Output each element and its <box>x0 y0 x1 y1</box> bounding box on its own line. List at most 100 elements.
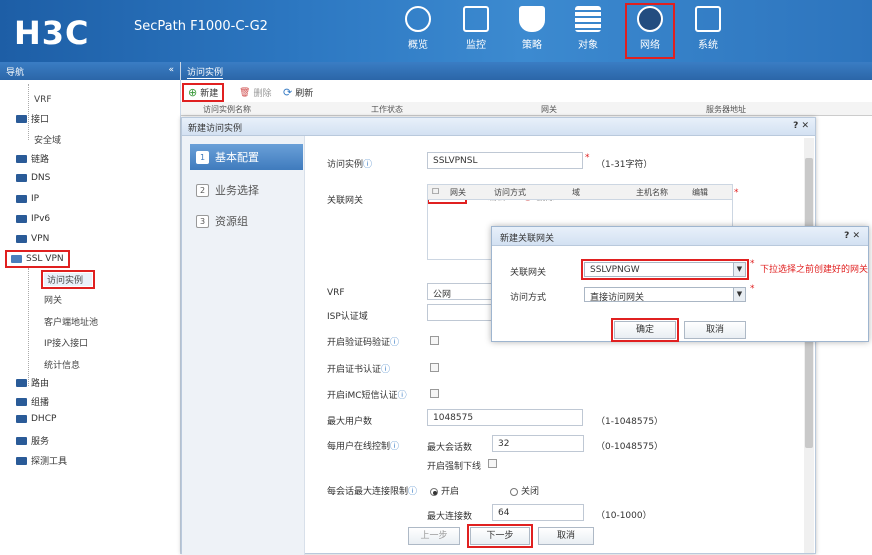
gw-col: 主机名称 <box>636 188 668 197</box>
folder-icon <box>16 456 27 465</box>
col-server: 服务器地址 <box>706 105 746 114</box>
prev-button[interactable]: 上一步 <box>408 527 460 545</box>
folder-icon <box>16 436 27 445</box>
sidebar-item-route[interactable]: 路由 <box>16 376 49 389</box>
sidebar-item-interface[interactable]: 接口 <box>16 112 49 125</box>
sidebar-item-service[interactable]: 服务 <box>16 434 49 447</box>
shield-icon <box>519 6 545 32</box>
max-sessions-hint: （0-1048575） <box>596 442 664 452</box>
verify-checkbox[interactable] <box>430 336 439 345</box>
max-sessions-input[interactable]: 32 <box>492 435 584 452</box>
vrf-select[interactable]: 公网 <box>427 283 493 300</box>
sidebar-item-probe[interactable]: 探测工具 <box>16 454 67 467</box>
sidebar-item-client-pool[interactable]: 客户端地址池 <box>44 315 98 328</box>
nav-policy[interactable]: 策略 <box>510 6 554 56</box>
toolbar: ⊕ 新建 🗑 删除 ⟳ 刷新 <box>181 82 872 102</box>
sidebar-item-dns[interactable]: DNS <box>16 173 50 183</box>
nav-object[interactable]: 对象 <box>566 6 610 56</box>
sidebar-item-ip[interactable]: IP <box>16 194 39 204</box>
folder-icon <box>16 174 27 182</box>
sidebar-item-multicast[interactable]: 组播 <box>16 395 49 408</box>
sidebar-item-dhcp[interactable]: DHCP <box>16 414 56 424</box>
folder-open-icon <box>11 255 22 263</box>
refresh-button[interactable]: ⟳ 刷新 <box>283 86 313 99</box>
col-gateway: 网关 <box>541 105 557 114</box>
sidebar-item-stats[interactable]: 统计信息 <box>44 358 80 371</box>
conn-on-radio[interactable]: 开启 <box>430 484 459 497</box>
step-label: 资源组 <box>215 215 248 228</box>
sidebar-item-ip-access[interactable]: IP接入接口 <box>44 336 88 349</box>
sidebar-item-gateway[interactable]: 网关 <box>44 293 62 306</box>
popup-cancel-button[interactable]: 取消 <box>684 321 746 339</box>
dialog-controls[interactable]: ? ✕ <box>793 121 809 132</box>
select-all-checkbox[interactable]: ☐ <box>428 185 446 199</box>
per-user-label-text: 每用户在线控制 <box>327 442 391 452</box>
h3c-logo: H3C <box>14 14 90 52</box>
imc-checkbox[interactable] <box>430 389 439 398</box>
gw-col: 域 <box>572 188 580 197</box>
radio-on-icon <box>430 487 438 496</box>
popup-ok-button[interactable]: 确定 <box>611 318 679 342</box>
step-basic[interactable]: 1 基本配置 <box>190 144 303 170</box>
sidebar-label: 服务 <box>31 437 50 447</box>
conn-off-radio[interactable]: 关闭 <box>510 484 539 497</box>
step-service[interactable]: 2 业务选择 <box>190 177 303 203</box>
isp-label: ISP认证域 <box>327 312 368 322</box>
cert-label-text: 开启证书认证 <box>327 365 382 375</box>
instance-label-text: 访问实例 <box>327 160 364 170</box>
refresh-icon: ⟳ <box>283 86 293 99</box>
step-resource[interactable]: 3 资源组 <box>190 208 303 234</box>
imc-label-text: 开启iMC短信认证 <box>327 391 398 401</box>
dashboard-icon <box>405 6 431 32</box>
new-button[interactable]: ⊕ 新建 <box>181 83 225 102</box>
popup-access-label: 访问方式 <box>510 293 547 303</box>
help-icon[interactable]: ⓘ <box>363 160 372 170</box>
cancel-button[interactable]: 取消 <box>538 527 594 545</box>
help-icon[interactable]: ⓘ <box>390 442 399 452</box>
on-label: 开启 <box>441 487 460 497</box>
nav-monitor[interactable]: 监控 <box>454 6 498 56</box>
cert-checkbox[interactable] <box>430 363 439 372</box>
sidebar-item-ipv6[interactable]: IPv6 <box>16 214 50 224</box>
force-offline-label: 开启强制下线 <box>427 462 482 472</box>
max-users-input[interactable]: 1048575 <box>427 409 583 426</box>
sidebar-label: SSL VPN <box>26 254 64 264</box>
popup-access-select[interactable]: 直接访问网关 ▼ <box>584 287 746 303</box>
isp-input[interactable] <box>427 304 493 321</box>
force-offline-checkbox[interactable] <box>488 459 497 468</box>
help-icon[interactable]: ⓘ <box>390 338 399 348</box>
sidebar-item-access-instance[interactable]: 访问实例 <box>40 270 96 289</box>
nav-system[interactable]: 系统 <box>686 6 730 56</box>
collapse-icon[interactable]: « <box>168 65 174 77</box>
delete-button[interactable]: 🗑 删除 <box>239 86 271 100</box>
popup-title: 新建关联网关 <box>500 234 555 244</box>
sidebar-item-vpn[interactable]: VPN <box>16 234 49 244</box>
popup-controls[interactable]: ? ✕ <box>844 231 860 241</box>
sidebar-item-sslvpn[interactable]: SSL VPN <box>5 250 70 268</box>
sidebar-label: 接口 <box>31 115 50 125</box>
gw-col: 编辑 <box>692 188 708 197</box>
step-number: 1 <box>196 150 209 164</box>
sidebar-item-zone[interactable]: 安全域 <box>34 133 61 146</box>
instance-input[interactable]: SSLVPNSL <box>427 152 583 169</box>
sidebar-label: 组播 <box>31 398 50 408</box>
max-conn-label-text: 每会话最大连接限制 <box>327 487 409 497</box>
step-number: 3 <box>196 214 209 228</box>
sidebar-label: DHCP <box>31 414 57 424</box>
sidebar-label: 路由 <box>31 379 50 389</box>
max-conn-num-input[interactable]: 64 <box>492 504 584 521</box>
popup-gw-select[interactable]: SSLVPNGW ▼ <box>581 259 749 280</box>
help-icon[interactable]: ⓘ <box>408 487 417 497</box>
nav-network[interactable]: 网络 <box>625 3 675 59</box>
help-icon[interactable]: ⓘ <box>398 391 407 401</box>
dialog-scrollbar[interactable] <box>804 138 814 553</box>
sidebar-item-vrf[interactable]: VRF <box>34 95 52 105</box>
nav-overview[interactable]: 概览 <box>396 6 440 56</box>
help-icon[interactable]: ⓘ <box>381 365 390 375</box>
folder-icon <box>16 195 27 203</box>
tab-access-instance[interactable]: 访问实例 <box>187 65 224 79</box>
max-conn-label: 每会话最大连接限制ⓘ <box>327 484 417 497</box>
next-button[interactable]: 下一步 <box>467 524 533 548</box>
sidebar-item-link[interactable]: 链路 <box>16 152 49 165</box>
gateway-label: 关联网关 <box>327 196 364 206</box>
